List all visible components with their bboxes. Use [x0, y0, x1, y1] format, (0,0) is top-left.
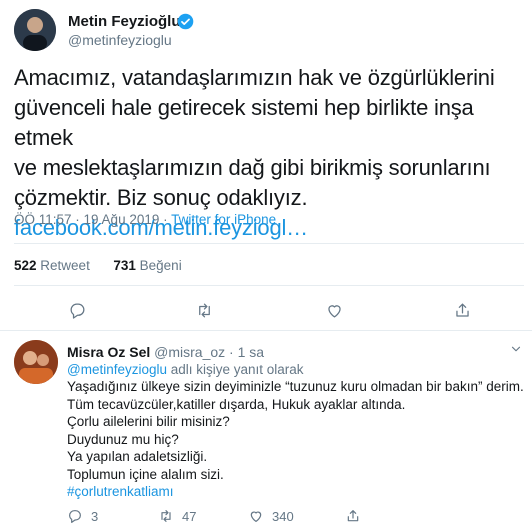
reply-share-action[interactable]	[345, 508, 361, 524]
reply-line: Ya yapılan adaletsizliği.	[67, 449, 208, 464]
like-count: 731	[113, 258, 136, 273]
reply-meta: @misra_oz · 1 sa	[154, 344, 265, 360]
reply-context: @metinfeyzioglu adlı kişiye yanıt olarak	[67, 362, 304, 377]
reply-line: Duydunuz mu hiç?	[67, 431, 179, 447]
reply-to-handle[interactable]: @metinfeyzioglu	[67, 362, 167, 377]
author-avatar[interactable]	[14, 9, 56, 51]
tweet-source[interactable]: Twitter for iPhone	[171, 212, 276, 227]
retweet-icon[interactable]	[192, 298, 216, 322]
tweet-timestamp: ÖÖ 11:57 · 19 Ağu 2019 · Twitter for iPh…	[14, 212, 276, 227]
tweet-stats: 522 Retweet 731 Beğeni	[14, 258, 182, 273]
share-icon	[347, 510, 359, 522]
divider	[0, 330, 532, 331]
reply-line: Tüm tecavüzcüler,katiller dışarda, Hukuk…	[67, 396, 406, 412]
reply-reply-action[interactable]: 3	[67, 508, 98, 524]
reply-retweet-count: 47	[182, 508, 197, 524]
reply-line: Çorlu ailelerini bilir misiniz?	[67, 414, 230, 429]
tweet-line: güvenceli hale getirecek sistemi hep bir…	[14, 95, 474, 150]
verified-badge-icon	[177, 13, 194, 30]
retweet-count: 522	[14, 258, 37, 273]
author-name[interactable]: Metin Feyzioğlu	[68, 13, 181, 30]
like-stat[interactable]: 731 Beğeni	[113, 258, 181, 273]
reply-reply-count: 3	[91, 508, 99, 524]
divider	[14, 243, 524, 244]
like-icon	[250, 511, 262, 522]
reply-text: Yaşadığınız ülkeye sizin deyiminizle “tu…	[67, 378, 524, 501]
reply-icon	[69, 510, 81, 523]
reply-author[interactable]: Misra Oz Sel @misra_oz · 1 sa	[67, 344, 264, 360]
retweet-label: Retweet	[40, 258, 90, 273]
tweet-line: ve meslektaşlarımızın dağ gibi birikmiş …	[14, 155, 491, 180]
like-icon[interactable]	[322, 298, 346, 322]
divider	[14, 285, 524, 286]
like-label: Beğeni	[139, 258, 182, 273]
reply-like-count: 340	[272, 508, 294, 524]
reply-like-action[interactable]: 340	[248, 508, 294, 524]
reply-author-name: Misra Oz Sel	[67, 344, 151, 360]
tweet-time[interactable]: ÖÖ 11:57 · 19 Ağu 2019 ·	[14, 212, 171, 227]
retweet-icon	[161, 510, 171, 522]
share-icon[interactable]	[450, 298, 474, 322]
tweet-line: çözmektir. Biz sonuç odaklıyız.	[14, 185, 308, 210]
author-handle[interactable]: @metinfeyzioglu	[68, 32, 172, 48]
retweet-stat[interactable]: 522 Retweet	[14, 258, 90, 273]
reply-hashtag[interactable]: #çorlutrenkatliamı	[67, 483, 517, 501]
reply-to-suffix: adlı kişiye yanıt olarak	[167, 362, 304, 377]
reply-icon[interactable]	[65, 298, 89, 322]
reply-retweet-action[interactable]: 47	[158, 508, 196, 524]
chevron-down-icon[interactable]	[508, 341, 524, 357]
tweet-line: Amacımız, vatandaşlarımızın hak ve özgür…	[14, 65, 495, 90]
reply-line: Toplumun içine alalım sizi.	[67, 466, 224, 482]
reply-line: Yaşadığınız ülkeye sizin deyiminizle “tu…	[67, 379, 524, 394]
reply-avatar[interactable]	[14, 340, 58, 384]
